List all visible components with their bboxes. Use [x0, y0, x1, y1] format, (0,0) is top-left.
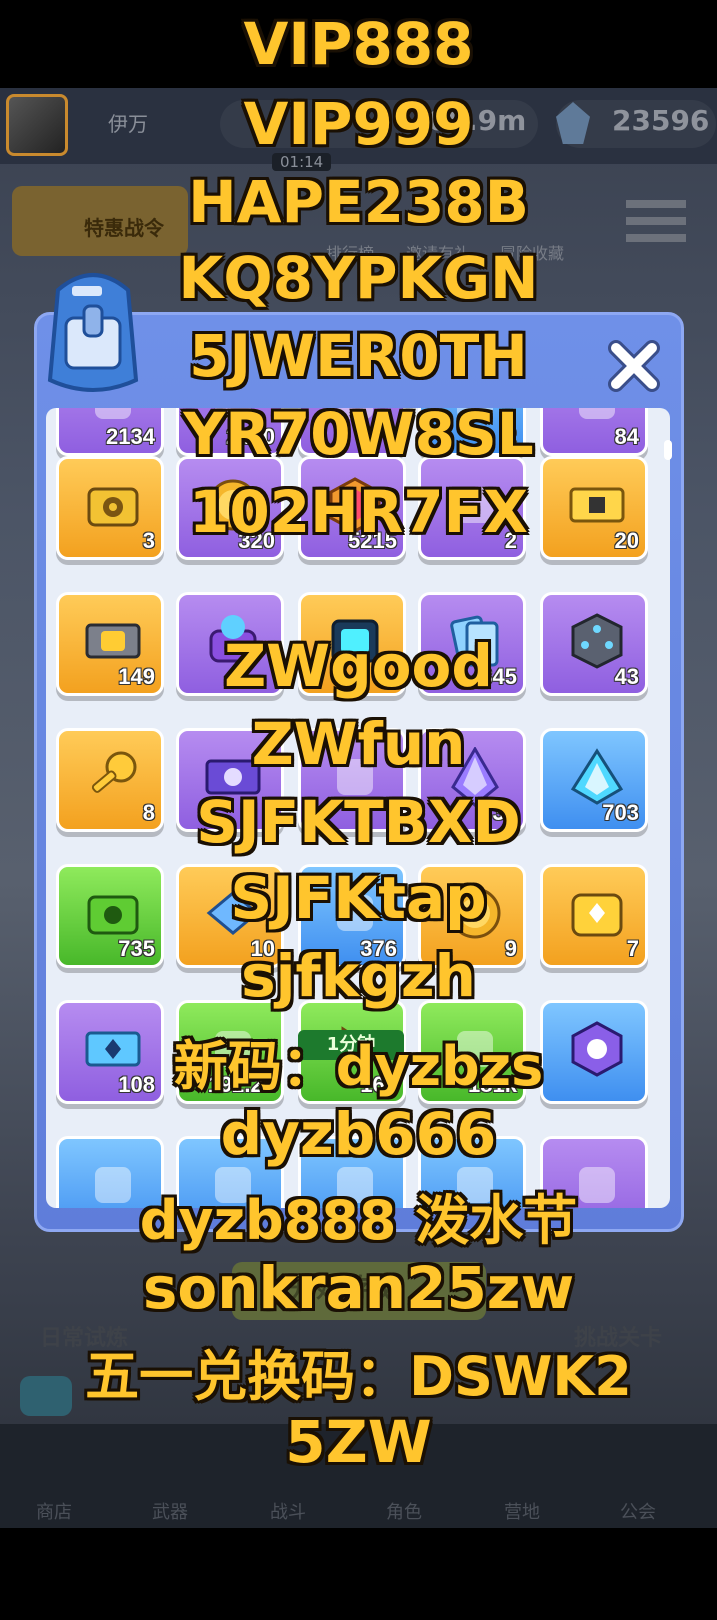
redeem-code-line: dyzb888 泼水节	[139, 1189, 578, 1252]
nav-weapons[interactable]: 武器	[152, 1498, 188, 1524]
nav-character[interactable]: 角色	[386, 1498, 422, 1524]
redeem-code-line: 五一兑换码：DSWK2	[85, 1345, 632, 1408]
redeem-code-line: YR70W8SL	[183, 400, 534, 468]
nav-camp[interactable]: 营地	[504, 1498, 540, 1524]
redeem-code-line: KQ8YPKGN	[178, 244, 539, 312]
redeem-code-line: sonkran25zw	[142, 1254, 575, 1322]
redeem-code-line: 5JWER0TH	[189, 322, 528, 390]
redeem-code-line: ZWgood	[224, 632, 493, 700]
redeem-code-line: 新码：dyzbzs	[173, 1035, 544, 1098]
redeem-code-line: VIP999	[243, 90, 474, 158]
redeem-code-line: HAPE238B	[188, 168, 529, 236]
redeem-code-line: sjfkgzh	[241, 942, 476, 1010]
nav-shop[interactable]: 商店	[36, 1498, 72, 1524]
nav-battle[interactable]: 战斗	[270, 1498, 306, 1524]
redeem-code-line: ZWfun	[251, 710, 466, 778]
redeem-code-line: dyzb666	[220, 1100, 497, 1168]
redeem-code-line: VIP888	[243, 10, 474, 78]
redeem-code-line: SJFKtap	[230, 864, 487, 932]
redeem-code-line: 102HR7FX	[189, 478, 528, 546]
nav-guild[interactable]: 公会	[620, 1498, 656, 1524]
redeem-code-line: SJFKTBXD	[196, 788, 521, 856]
redeem-code-line: 5ZW	[285, 1408, 432, 1476]
